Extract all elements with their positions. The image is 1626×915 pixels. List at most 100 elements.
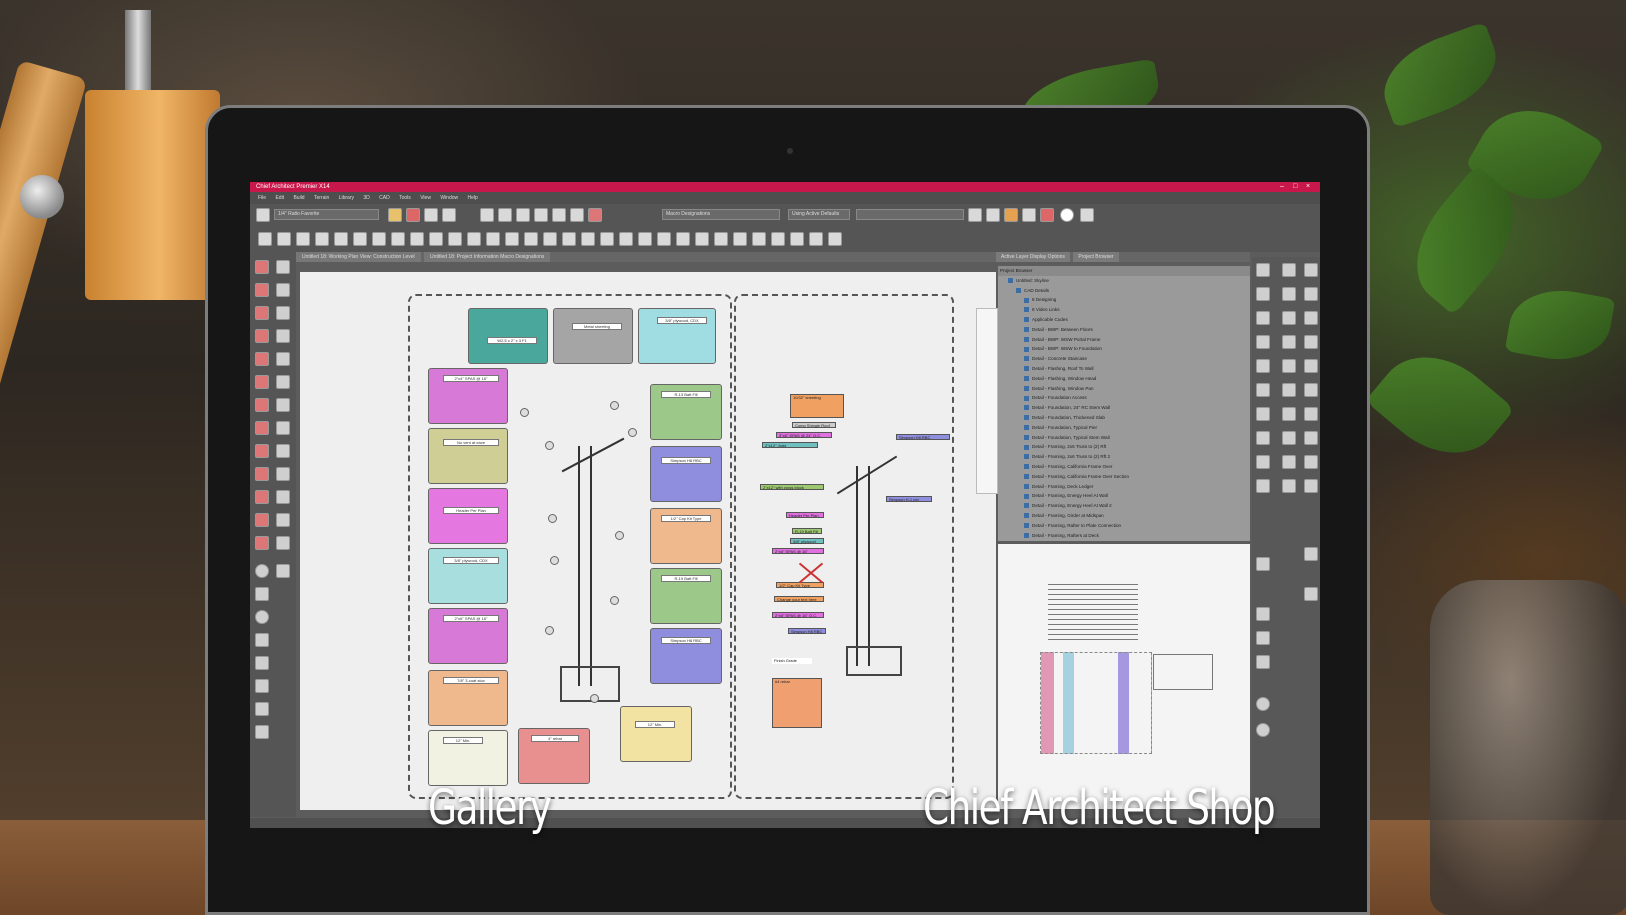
tool-icon[interactable]	[255, 398, 269, 412]
tree-item[interactable]: Detail - Framing, Rafters at Deck	[998, 531, 1250, 541]
tree-item[interactable]: Detail - Framing, Deck Ledger	[998, 482, 1250, 492]
tree-item[interactable]: Detail - Framing, 2x6 Truss to (2) Rft 2	[998, 452, 1250, 462]
tool-icon[interactable]	[255, 352, 269, 366]
build-tool-icon[interactable]	[486, 232, 500, 246]
tab-working-plan[interactable]: Untitled 18: Working Plan View: Construc…	[296, 252, 421, 262]
tool-icon[interactable]	[1256, 383, 1270, 397]
build-tool-icon[interactable]	[790, 232, 804, 246]
tool-icon[interactable]	[276, 398, 290, 412]
select-icon[interactable]	[1304, 263, 1318, 277]
tree-item[interactable]: Detail - Foundation, Typical Stem Wall	[998, 433, 1250, 443]
build-tool-icon[interactable]	[714, 232, 728, 246]
tree-item[interactable]: 8 Designing	[998, 295, 1250, 305]
build-tool-icon[interactable]	[752, 232, 766, 246]
menu-item[interactable]: Tools	[399, 195, 411, 201]
build-tool-icon[interactable]	[505, 232, 519, 246]
build-tool-icon[interactable]	[315, 232, 329, 246]
callout-box[interactable]: 2"x4" SPAS @ 16"	[428, 368, 508, 424]
build-tool-icon[interactable]	[429, 232, 443, 246]
tool-icon[interactable]	[276, 490, 290, 504]
north-arrow-icon[interactable]	[255, 564, 269, 578]
paste-icon[interactable]	[986, 208, 1000, 222]
build-tool-icon[interactable]	[657, 232, 671, 246]
wall-icon[interactable]	[480, 208, 494, 222]
tree-item[interactable]: Detail - Framing, California Frame Over …	[998, 472, 1250, 482]
select-icon[interactable]	[1256, 263, 1270, 277]
layer-set-select[interactable]: 1/4" Ratio Favorite	[274, 209, 379, 220]
tool-icon[interactable]	[1256, 335, 1270, 349]
tool-icon[interactable]	[1282, 407, 1296, 421]
close-icon[interactable]: ×	[1306, 182, 1310, 192]
annotation-label[interactable]: 10/32" sheeting	[790, 394, 844, 418]
callout-box[interactable]: 12" Min.	[620, 706, 692, 762]
build-tool-icon[interactable]	[638, 232, 652, 246]
tree-item[interactable]: 8 Video Links	[998, 305, 1250, 315]
tool-icon[interactable]	[255, 490, 269, 504]
build-tool-icon[interactable]	[296, 232, 310, 246]
build-tool-icon[interactable]	[695, 232, 709, 246]
tool-icon[interactable]	[1256, 455, 1270, 469]
tool-icon[interactable]	[276, 536, 290, 550]
menu-item[interactable]: Build	[293, 195, 304, 201]
tool-icon[interactable]	[255, 444, 269, 458]
tree-item[interactable]: Detail - Framing, Rafter to Plate Connec…	[998, 521, 1250, 531]
tree-item[interactable]: Detail - Flashing, Window Pan	[998, 384, 1250, 394]
tool-icon[interactable]	[1304, 455, 1318, 469]
annotation-label[interactable]: Finish Grade	[772, 658, 812, 664]
tool-icon[interactable]	[276, 329, 290, 343]
build-tool-icon[interactable]	[581, 232, 595, 246]
tool-icon[interactable]	[1256, 557, 1270, 571]
tab-project-information[interactable]: Untitled 18: Project Information Macro D…	[424, 252, 551, 262]
wrench-icon[interactable]	[552, 208, 566, 222]
room-icon[interactable]	[498, 208, 512, 222]
tree-root[interactable]: Untitled: Skyline	[998, 276, 1250, 286]
tool-icon[interactable]	[255, 375, 269, 389]
tool-icon[interactable]	[255, 513, 269, 527]
tree-item[interactable]: Detail - Foundation, 24" RC Stem Wall	[998, 403, 1250, 413]
build-tool-icon[interactable]	[353, 232, 367, 246]
build-tool-icon[interactable]	[828, 232, 842, 246]
tool-icon[interactable]	[276, 444, 290, 458]
tool-icon[interactable]	[1304, 287, 1318, 301]
copy-icon[interactable]	[968, 208, 982, 222]
info-icon[interactable]	[1060, 208, 1074, 222]
build-tool-icon[interactable]	[676, 232, 690, 246]
tab-active-layer[interactable]: Active Layer Display Options	[996, 252, 1070, 262]
tool-icon[interactable]	[1304, 407, 1318, 421]
macro-select[interactable]: Macro Designations	[662, 209, 780, 220]
tool-icon[interactable]	[1256, 607, 1270, 621]
annotation-label[interactable]: Simpson H8 RBC	[896, 434, 950, 440]
build-tool-icon[interactable]	[277, 232, 291, 246]
menu-item[interactable]: Edit	[275, 195, 284, 201]
tool-icon[interactable]	[1282, 455, 1296, 469]
tool-icon[interactable]	[1304, 383, 1318, 397]
plan-icon[interactable]	[516, 208, 530, 222]
callout-box[interactable]: 1/2" Cap Kit Type	[650, 508, 722, 564]
callout-box[interactable]: 4" rebar	[518, 728, 590, 784]
tree-item[interactable]: Detail - BWP: WSW Portal Frame	[998, 335, 1250, 345]
tool-icon[interactable]	[1256, 479, 1270, 493]
annotation-label[interactable]: 2"x6" SPAS @ 16"	[772, 548, 824, 554]
text-tool-icon[interactable]	[255, 725, 269, 739]
tree-folder[interactable]: CAD Details	[998, 286, 1250, 296]
tool-icon[interactable]	[255, 679, 269, 693]
tool-icon[interactable]	[1256, 287, 1270, 301]
hatch-icon[interactable]	[1080, 208, 1094, 222]
tool-icon[interactable]	[1282, 431, 1296, 445]
annotation-label[interactable]: Header Per Plan	[786, 512, 824, 518]
page-preview[interactable]	[998, 544, 1250, 809]
3d-view-icon[interactable]	[588, 208, 602, 222]
menu-item[interactable]: Help	[468, 195, 478, 201]
minimize-icon[interactable]: –	[1280, 182, 1284, 192]
tool-icon[interactable]	[276, 513, 290, 527]
circle-icon[interactable]	[1256, 723, 1270, 737]
tool-icon[interactable]	[276, 306, 290, 320]
maximize-icon[interactable]: □	[1293, 182, 1297, 192]
callout-box[interactable]: W2.5 x 2" x 3 F1	[468, 308, 548, 364]
build-tool-icon[interactable]	[448, 232, 462, 246]
annotation-label[interactable]: Change your text here	[774, 596, 824, 602]
tool-icon[interactable]	[1304, 431, 1318, 445]
tool-icon[interactable]	[1256, 631, 1270, 645]
tab-project-browser[interactable]: Project Browser	[1073, 252, 1119, 262]
tool-icon[interactable]	[276, 352, 290, 366]
